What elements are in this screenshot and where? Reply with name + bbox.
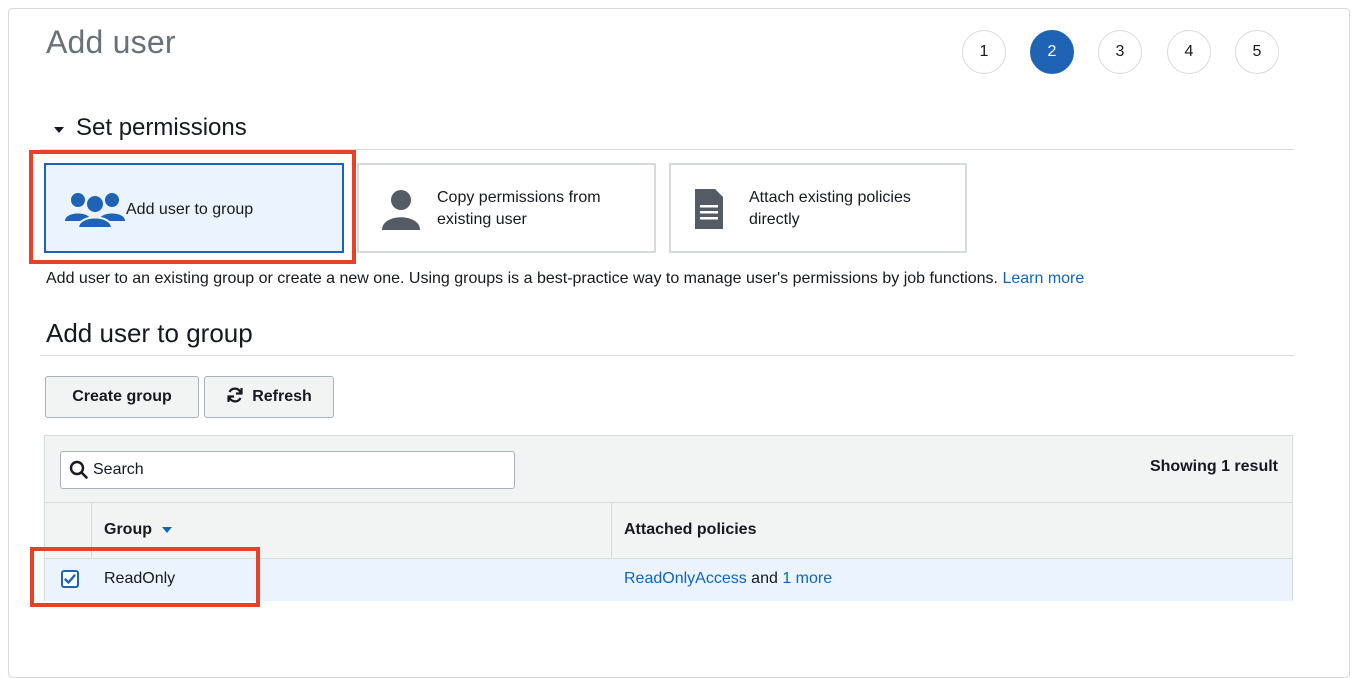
document-icon <box>693 187 725 236</box>
page-title: Add user <box>46 24 176 60</box>
attached-policies-cell: ReadOnlyAccess and 1 more <box>624 570 832 588</box>
option-label-line2: existing user <box>437 211 527 228</box>
refresh-icon <box>226 386 244 409</box>
step-1[interactable]: 1 <box>962 30 1006 74</box>
highlight-box-option <box>29 150 356 264</box>
sort-desc-icon[interactable] <box>162 526 172 533</box>
search-placeholder: Search <box>93 461 144 478</box>
option-label-line1: Attach existing policies <box>749 189 911 206</box>
search-icon <box>69 460 89 485</box>
section-title: Set permissions <box>76 114 247 141</box>
column-header-attached-policies[interactable]: Attached policies <box>612 503 1292 558</box>
more-policies-link[interactable]: 1 more <box>782 570 832 587</box>
caret-down-icon <box>54 127 64 133</box>
highlight-box-row <box>30 547 260 607</box>
step-5[interactable]: 5 <box>1235 30 1279 74</box>
group-section-title: Add user to group <box>46 318 253 348</box>
column-header-label: Attached policies <box>624 521 757 538</box>
option-attach-policies[interactable]: Attach existing policies directly <box>669 163 967 253</box>
add-user-to-group-header: Add user to group <box>40 314 1294 356</box>
result-count: Showing 1 result <box>1149 458 1278 475</box>
permissions-description: Add user to an existing group or create … <box>46 270 1084 288</box>
table-toolbar: Search Showing 1 result <box>45 436 1292 502</box>
set-permissions-header[interactable]: Set permissions <box>40 114 1294 150</box>
search-input[interactable]: Search <box>60 451 515 489</box>
step-4[interactable]: 4 <box>1167 30 1211 74</box>
column-header-label: Group <box>104 521 172 539</box>
option-label-line2: directly <box>749 211 800 228</box>
step-3[interactable]: 3 <box>1098 30 1142 74</box>
create-group-label: Create group <box>72 388 172 405</box>
description-text: Add user to an existing group or create … <box>46 270 1003 287</box>
user-icon <box>379 187 423 236</box>
refresh-label: Refresh <box>252 388 312 405</box>
refresh-button[interactable]: Refresh <box>204 376 334 418</box>
option-label-line1: Copy permissions from <box>437 189 601 206</box>
learn-more-link[interactable]: Learn more <box>1002 270 1084 287</box>
create-group-button[interactable]: Create group <box>45 376 199 418</box>
option-copy-permissions[interactable]: Copy permissions from existing user <box>357 163 656 253</box>
policy-separator: and <box>746 570 783 587</box>
policy-link[interactable]: ReadOnlyAccess <box>624 570 747 587</box>
step-2[interactable]: 2 <box>1030 30 1074 74</box>
